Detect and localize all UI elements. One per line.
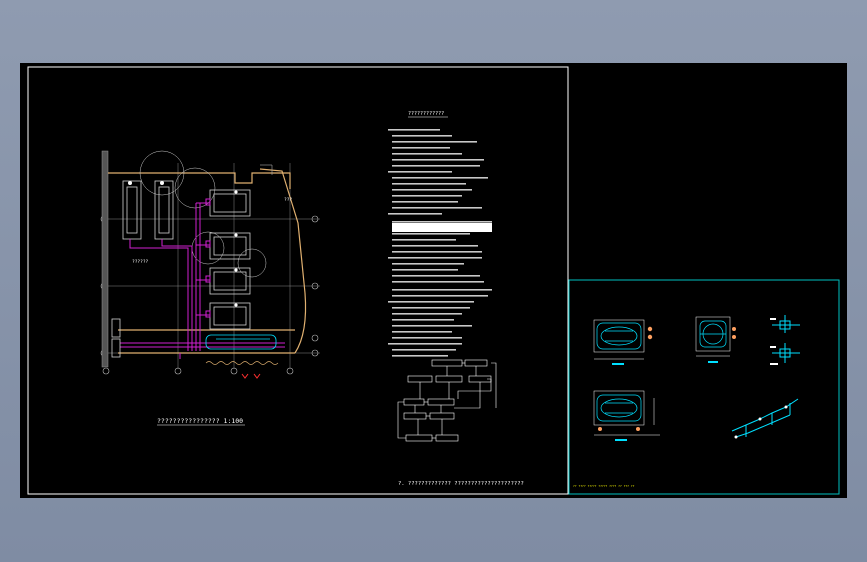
note-line — [388, 343, 462, 345]
note-line — [392, 289, 492, 291]
cad-drawing-viewport[interactable]: ?????? ??? ???????????????? 1:100 ??????… — [20, 63, 847, 498]
note-highlight-box — [392, 223, 492, 232]
note-line — [392, 269, 458, 271]
note-line — [392, 183, 466, 185]
note-line — [392, 307, 470, 309]
cad-drawing: ?????? ??? ???????????????? 1:100 ??????… — [27, 66, 840, 495]
note-line — [392, 295, 488, 297]
note-line — [392, 239, 456, 241]
detail-sheet-frame — [568, 279, 840, 495]
note-line — [392, 319, 454, 321]
note-line — [392, 135, 452, 137]
note-line — [392, 177, 488, 179]
note-line — [392, 153, 462, 155]
note-line — [392, 355, 448, 357]
note-line — [392, 263, 464, 265]
note-line — [392, 245, 478, 247]
note-line — [388, 129, 440, 131]
note-line — [392, 165, 480, 167]
note-line — [392, 233, 470, 235]
flow-caption: ?. ????????????? ????????????????????? — [398, 481, 524, 487]
side-label: ??? — [284, 197, 292, 203]
note-line — [392, 331, 452, 333]
main-sheet-frame — [27, 66, 569, 495]
detail-drawings: ?? ???? ????? ????? ???? ?? ??? ?? — [573, 315, 800, 488]
note-line — [392, 275, 480, 277]
note-line — [392, 189, 472, 191]
note-line — [392, 195, 462, 197]
plan-title: ???????????????? 1:100 — [157, 417, 243, 425]
note-line — [392, 159, 484, 161]
notes-heading: ???????????? — [408, 111, 444, 117]
note-line — [392, 147, 450, 149]
design-notes: ???????????? — [388, 111, 492, 357]
note-line — [392, 313, 462, 315]
room-label: ?????? — [132, 259, 149, 265]
flow-diagram — [397, 359, 497, 442]
note-line — [392, 281, 484, 283]
floor-plan: ?????? ??? ???????????????? 1:100 — [100, 150, 320, 426]
note-line — [392, 337, 462, 339]
note-line — [392, 207, 482, 209]
note-line — [392, 325, 472, 327]
note-line — [392, 349, 456, 351]
note-line — [392, 141, 477, 143]
note-line — [392, 251, 482, 253]
note-line — [392, 221, 492, 223]
note-line — [388, 301, 474, 303]
note-line — [392, 201, 458, 203]
detail-footer-note: ?? ???? ????? ????? ???? ?? ??? ?? — [573, 484, 635, 488]
note-line — [388, 171, 452, 173]
note-line — [388, 257, 482, 259]
note-line — [388, 213, 442, 215]
